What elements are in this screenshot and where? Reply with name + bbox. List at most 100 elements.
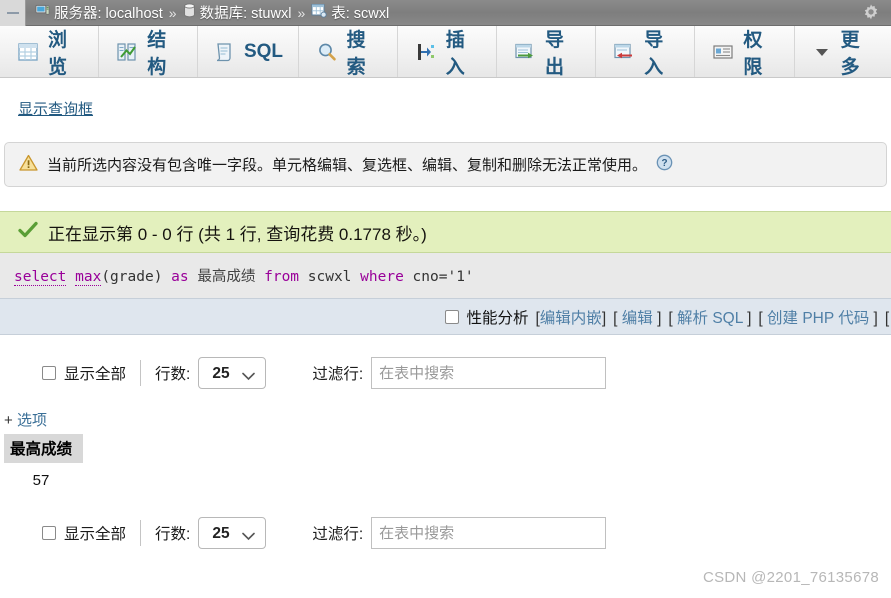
sql-alias: 最高成绩	[197, 269, 256, 285]
rows-control-bottom: 显示全部 行数: 2550100250500 过滤行:	[0, 517, 891, 549]
tab-browse-label: 浏览	[48, 29, 68, 78]
action-explain-sql-link[interactable]: 解析 SQL	[677, 310, 743, 327]
chevron-down-icon	[812, 42, 832, 62]
bracket-close: ]	[873, 309, 878, 327]
tab-export-label: 导出	[545, 29, 565, 78]
handle-bar-icon	[6, 11, 19, 14]
breadcrumb-bar: 服务器: localhost » 数据库: stuwxl » 表: scwxl	[0, 0, 891, 26]
tab-sql[interactable]: SQL	[198, 26, 299, 77]
warning-text: 当前所选内容没有包含唯一字段。单元格编辑、复选框、编辑、复制和删除无法正常使用。	[47, 157, 648, 174]
unique-column-warning: 当前所选内容没有包含唯一字段。单元格编辑、复选框、编辑、复制和删除无法正常使用。…	[4, 142, 887, 187]
rows-per-page-select-bottom[interactable]: 2550100250500	[198, 517, 267, 549]
rows-control-top: 显示全部 行数: 2550100250500 过滤行:	[0, 357, 891, 389]
column-header-max-grade[interactable]: 最高成绩	[4, 434, 84, 463]
breadcrumb: 服务器: localhost » 数据库: stuwxl » 表: scwxl	[26, 2, 389, 23]
tab-more[interactable]: 更多	[795, 26, 891, 78]
page-content: 显示查询框 当前所选内容没有包含唯一字段。单元格编辑、复选框、编辑、复制和删除无…	[0, 78, 891, 586]
sql-icon	[213, 41, 235, 63]
action-edit-inline[interactable]: [编辑内嵌]	[535, 306, 606, 328]
csdn-watermark: CSDN @2201_76135678	[702, 569, 879, 586]
tab-import[interactable]: 导入	[596, 26, 696, 78]
rows-per-page-select-top[interactable]: 2550100250500	[198, 357, 267, 389]
action-create-php-code[interactable]: [ 创建 PHP 代码 ]	[758, 306, 877, 328]
server-icon	[35, 3, 50, 22]
breadcrumb-item-table[interactable]: 表: scwxl	[311, 2, 389, 23]
breadcrumb-database-label: 数据库: stuwxl	[199, 6, 292, 22]
control-divider-top	[140, 360, 142, 386]
sql-arg-grade: (grade)	[101, 269, 163, 285]
warning-triangle-icon	[19, 154, 38, 176]
svg-text:?: ?	[661, 158, 667, 169]
breadcrumb-separator-2: »	[297, 4, 306, 21]
breadcrumb-table-label: 表: scwxl	[331, 6, 390, 22]
export-icon	[514, 41, 536, 63]
bracket-close: ]	[657, 309, 662, 327]
table-header-row: 最高成绩	[4, 434, 84, 463]
breadcrumb-item-server[interactable]: 服务器: localhost	[35, 2, 163, 23]
options-label: 选项	[16, 412, 47, 429]
show-all-label-bottom: 显示全部	[64, 526, 127, 543]
tab-browse[interactable]: 浏览	[0, 26, 100, 78]
tab-structure-label: 结构	[147, 29, 167, 78]
query-result-status: 正在显示第 0 - 0 行 (共 1 行, 查询花费 0.1778 秒。)	[0, 211, 891, 253]
help-question-icon[interactable]: ?	[656, 154, 673, 175]
action-edit-link[interactable]: 编辑	[622, 310, 653, 327]
show-query-box-link[interactable]: 显示查询框	[18, 98, 93, 119]
bracket-open: [	[758, 309, 763, 327]
control-divider-bottom	[140, 520, 142, 546]
tab-search[interactable]: 搜索	[299, 26, 398, 78]
show-all-checkbox-bottom[interactable]	[42, 526, 56, 540]
rows-count-label-top: 行数:	[155, 366, 191, 383]
bracket-close: ]	[601, 309, 607, 327]
sql-condition: cno='1'	[412, 269, 474, 285]
options-toggle[interactable]: + 选项	[4, 409, 47, 430]
breadcrumb-server-label: 服务器: localhost	[54, 6, 163, 22]
tab-insert-label: 插入	[445, 29, 465, 78]
executed-sql-query[interactable]: select max(grade) as 最高成绩 from scwxl whe…	[0, 253, 891, 298]
action-edit[interactable]: [ 编辑 ]	[613, 306, 661, 328]
filter-rows-input-bottom[interactable]	[371, 517, 607, 549]
sql-function-max: max	[75, 269, 102, 286]
result-status-text: 正在显示第 0 - 0 行 (共 1 行, 查询花费 0.1778 秒。)	[48, 224, 427, 244]
sql-keyword-where: where	[360, 269, 404, 285]
query-actions-row: 性能分析 [编辑内嵌] [ 编辑 ] [ 解析 SQL ] [ 创建 PHP 代…	[0, 298, 891, 335]
profiling-checkbox[interactable]	[445, 309, 460, 324]
insert-icon	[415, 41, 437, 63]
filter-rows-label-top: 过滤行:	[312, 366, 364, 383]
browse-icon	[17, 41, 39, 63]
filter-rows-input-top[interactable]	[371, 357, 607, 389]
sidebar-toggle-handle[interactable]	[0, 0, 26, 26]
database-icon	[183, 3, 196, 22]
rows-count-label-bottom: 行数:	[155, 526, 191, 543]
filter-rows-label-bottom: 过滤行:	[312, 526, 364, 543]
table-row: 57	[4, 463, 83, 489]
action-edit-inline-link[interactable]: 编辑内嵌	[540, 310, 602, 327]
tab-export[interactable]: 导出	[497, 26, 597, 78]
sql-table-name: scwxl	[307, 269, 352, 285]
tab-structure[interactable]: 结构	[99, 26, 199, 78]
sql-keyword-select: select	[14, 269, 67, 286]
tab-insert[interactable]: 插入	[398, 26, 497, 78]
privileges-icon	[712, 41, 734, 63]
tab-search-label: 搜索	[346, 29, 366, 78]
breadcrumb-item-database[interactable]: 数据库: stuwxl	[183, 2, 292, 23]
tab-sql-label: SQL	[243, 40, 284, 62]
structure-icon	[116, 41, 138, 63]
search-icon	[316, 41, 338, 63]
action-explain-sql[interactable]: [ 解析 SQL ]	[668, 306, 751, 328]
gear-icon[interactable]	[861, 3, 881, 23]
cell-max-grade[interactable]: 57	[4, 463, 83, 489]
sql-keyword-from: from	[264, 269, 300, 285]
tab-privileges-label: 权限	[743, 29, 763, 78]
action-refresh[interactable]: [ 刷	[885, 306, 891, 328]
tab-privileges[interactable]: 权限	[695, 26, 795, 78]
tab-import-label: 导入	[644, 29, 664, 78]
sql-keyword-as: as	[171, 269, 189, 285]
import-icon	[613, 41, 635, 63]
show-all-checkbox-top[interactable]	[42, 366, 56, 380]
query-results-table: 最高成绩 57	[4, 434, 84, 489]
bracket-close: ]	[747, 309, 752, 327]
action-create-php-code-link[interactable]: 创建 PHP 代码	[767, 310, 869, 327]
bracket-open: [	[884, 309, 890, 327]
tab-more-label: 更多	[840, 29, 860, 78]
